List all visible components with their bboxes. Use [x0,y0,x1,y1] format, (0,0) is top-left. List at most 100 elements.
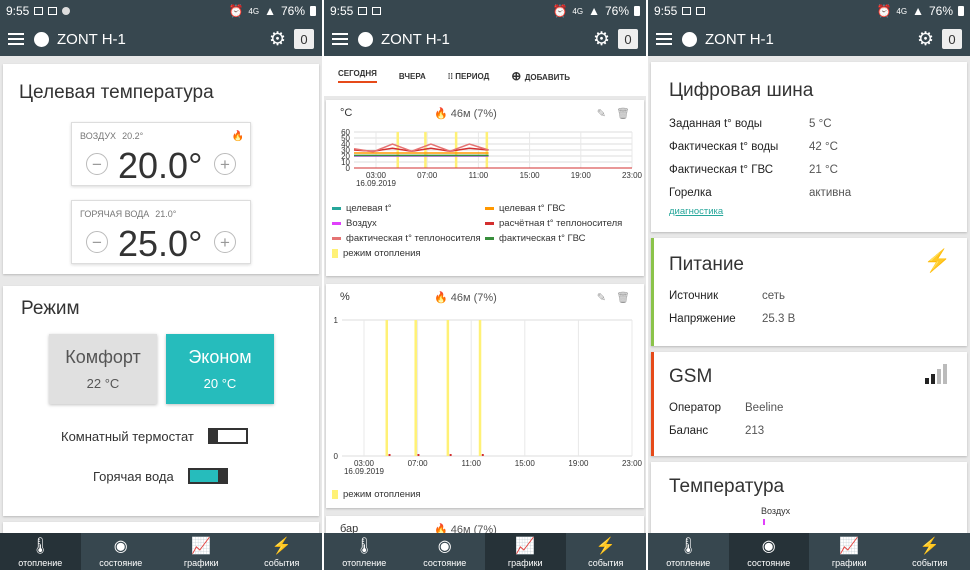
temperature-chart-card: °C 🔥 46м (7%) ✎ 🗑 0 10 20 30 40 50 60 03:00 07:0… [326,100,644,276]
diagnostics-link[interactable]: диагностика [669,206,949,217]
mode-econom-button[interactable]: Эконом 20 °C [166,334,274,404]
trash-icon[interactable]: 🗑 [616,291,630,304]
tab-yesterday[interactable]: ВЧЕРА [399,72,426,81]
tab-period[interactable]: ⁞⁞ ПЕРИОД [448,72,490,81]
nav-state[interactable]: ◉ состояние [81,533,162,570]
chart2-header: % 🔥 46м (7%) ✎ 🗑 [326,284,644,310]
edit-icon[interactable]: ✎ [597,107,606,120]
tab-today[interactable]: СЕГОДНЯ [338,69,377,83]
notification-badge[interactable]: 0 [942,29,962,49]
gear-icon[interactable]: ⚙ [269,30,286,49]
gear-icon[interactable]: ⚙ [917,30,934,49]
gsm-status-bar [651,352,654,456]
hot-water-toggle[interactable] [187,468,228,484]
temperature-chart: 010203040506003:00 07:00 11:00 15:00 19:00 23… [341,128,643,188]
water-minus-button[interactable]: − [86,231,108,253]
notification-badge[interactable]: 0 [618,29,638,49]
gsm-row: Баланс 213 [669,425,765,437]
chart2-legend: режим отопления [326,487,644,504]
signal-strength-icon [925,364,947,384]
battery-icon [958,6,964,16]
x-tick-label: 23:00 [622,459,643,468]
state-content: Цифровая шина Заданная t° воды 5 °C Факти… [648,56,970,533]
room-thermostat-row: Комнатный термостат [61,428,248,444]
lightning-icon: ⚡ [595,538,616,555]
mail-icon [682,7,692,15]
x-tick-label: 23:00 [622,171,643,180]
bus-row: Фактическая t° ГВС 21 °C [669,164,838,176]
notification-badge[interactable]: 0 [294,29,314,49]
signal-icon: ▲ [264,4,276,18]
x-date-label: 16.09.2019 [344,467,385,476]
status-time: 9:55 [6,4,30,18]
alarm-icon: ⏰ [876,4,892,18]
heating-mode-bar [396,132,400,168]
flame-icon: 🔥 [231,131,244,142]
menu-icon[interactable] [332,33,348,45]
bottom-nav: 🌡 отопление ◉ состояние 📈 графики ⚡ события [0,533,322,570]
nav-heating[interactable]: 🌡 отопление [324,533,405,570]
mode-econom-temp: 20 °C [203,376,237,391]
status-bar: 9:55 ⏰ 4G ▲ 76% [648,0,970,22]
event-marker [417,454,420,456]
menu-icon[interactable] [656,33,672,45]
y-tick-label: 60 [341,128,350,137]
nav-graphs[interactable]: 📈 графики [161,533,242,570]
nav-heating[interactable]: 🌡 отопление [648,533,729,570]
app-icon [62,7,71,15]
app-title: ZONT H-1 [57,30,126,48]
mode-comfort-button[interactable]: Комфорт 22 °C [49,334,157,404]
nav-state[interactable]: ◉ состояние [405,533,486,570]
chart-icon: 📈 [191,538,212,555]
power-status-bar [651,238,654,346]
y-tick-label: 1 [334,316,339,325]
x-tick-label: 19:00 [568,459,589,468]
legend-item: расчётная t° теплоносителя [485,218,638,229]
status-time: 9:55 [330,4,354,18]
water-plus-button[interactable]: + [214,231,236,253]
battery-icon [634,6,640,16]
event-marker [481,454,484,456]
menu-icon[interactable] [8,33,24,45]
gsm-title: GSM [669,366,713,387]
nav-state[interactable]: ◉ состояние [728,533,809,570]
event-marker [388,454,391,456]
gear-icon[interactable]: ⚙ [593,30,610,49]
chart2-unit: % [340,291,350,303]
heating-content: Целевая температура ВОЗДУХ 20.2° 🔥 − 20.0… [0,56,322,533]
air-temp-box: ВОЗДУХ 20.2° 🔥 − 20.0° + [71,122,251,186]
nav-events[interactable]: ⚡ события [890,533,970,570]
tab-add[interactable]: ⊕ ДОБАВИТЬ [511,69,570,83]
bottom-nav: 🌡 отопление ◉ состояние 📈 графики ⚡ события [324,533,646,570]
room-thermostat-toggle[interactable] [207,428,248,444]
circle-icon: ◉ [761,538,776,555]
target-temp-title: Целевая температура [19,82,214,103]
phone-graphs: 9:55 ⏰ 4G ▲ 76% ZONT H-1 ⚙ 0 СЕГОДНЯ ВЧЕРА … [324,0,646,570]
nav-events[interactable]: ⚡ события [242,533,323,570]
air-target-value: 20.0° [118,145,203,186]
air-plus-button[interactable]: + [214,153,236,175]
nav-graphs[interactable]: 📈 графики [485,533,566,570]
nav-events[interactable]: ⚡ события [566,533,647,570]
air-minus-button[interactable]: − [86,153,108,175]
bus-row: Заданная t° воды 5 °C [669,118,832,130]
mode-card: Режим Комфорт 22 °C Эконом 20 °C Комнатн… [3,286,319,516]
app-title: ZONT H-1 [705,30,774,48]
lightning-icon: ⚡ [271,538,292,555]
room-thermostat-label: Комнатный термостат [61,428,194,444]
x-tick-label: 07:00 [417,171,438,180]
thermometer-icon: 🌡 [678,538,699,555]
flame-icon: 🔥 [434,107,448,120]
trash-icon[interactable]: 🗑 [616,107,630,120]
app-bar: ZONT H-1 ⚙ 0 [648,22,970,56]
edit-icon[interactable]: ✎ [597,291,606,304]
status-battery: 76% [928,4,953,18]
nav-graphs[interactable]: 📈 графики [809,533,890,570]
signal-icon: ▲ [912,4,924,18]
bus-row: Горелка активна [669,187,852,199]
status-battery: 76% [280,4,305,18]
x-tick-label: 11:00 [461,459,481,468]
status-dot-icon [358,31,373,47]
legend-item: целевая t° [332,203,485,214]
nav-heating[interactable]: 🌡 отопление [0,533,81,570]
